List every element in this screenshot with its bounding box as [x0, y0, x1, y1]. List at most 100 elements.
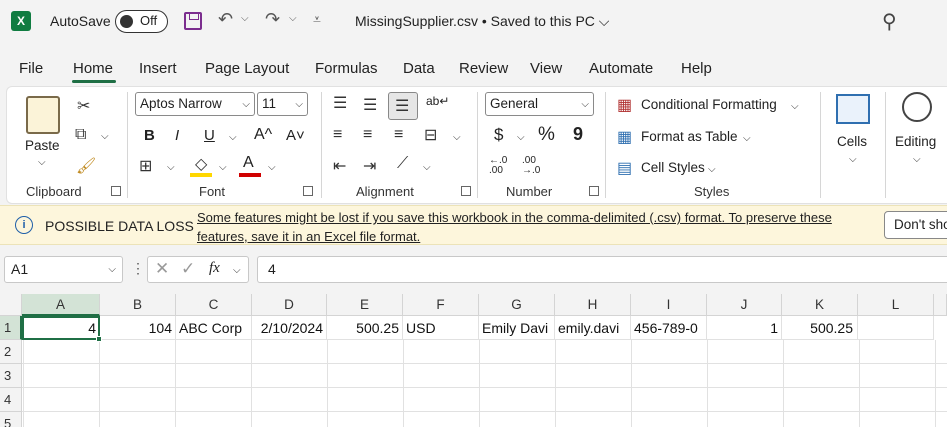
select-all-corner[interactable] [0, 294, 22, 316]
chevron-down-icon[interactable]: ⌵ [289, 13, 297, 24]
cell-g1[interactable]: Emily Davi [479, 316, 555, 340]
warning-message-link[interactable]: Some features might be lost if you save … [197, 208, 867, 246]
chevron-down-icon[interactable]: ⌵ [38, 157, 46, 168]
chevron-down-icon[interactable]: ⌵ [241, 13, 249, 24]
tab-data[interactable]: Data [403, 60, 435, 77]
comma-style-button[interactable]: 9 [573, 124, 583, 145]
insert-function-button[interactable]: fx [209, 260, 220, 277]
column-header[interactable]: K [782, 294, 858, 316]
tab-page-layout[interactable]: Page Layout [205, 60, 289, 77]
align-middle-icon[interactable]: ☰ [363, 95, 377, 115]
formula-input[interactable]: 4 [257, 256, 947, 283]
cancel-icon[interactable]: ✕ [155, 259, 169, 279]
format-painter-icon[interactable]: 🖌 [76, 156, 96, 176]
chevron-down-icon[interactable]: ⌵ [167, 162, 175, 173]
column-header[interactable] [934, 294, 947, 316]
increase-indent-icon[interactable]: ⇥ [363, 156, 376, 176]
chevron-down-icon[interactable]: ⌵ [233, 265, 241, 276]
dialog-launcher-icon[interactable] [111, 186, 121, 196]
cell-d1[interactable]: 2/10/2024 [252, 316, 327, 340]
column-header[interactable]: G [479, 294, 555, 316]
dont-show-again-button[interactable]: Don't show again [884, 211, 947, 239]
chevron-down-icon[interactable]: ⌵ [268, 162, 276, 173]
tab-formulas[interactable]: Formulas [315, 60, 378, 77]
paste-button[interactable]: Paste [25, 138, 60, 153]
chevron-down-icon[interactable]: ⌵ [791, 101, 799, 112]
document-title[interactable]: MissingSupplier.csv • Saved to this PC ⌵ [355, 13, 609, 30]
underline-button[interactable]: U [204, 127, 215, 144]
number-format-select[interactable]: General ⌵ [485, 92, 594, 116]
enter-icon[interactable]: ✓ [181, 259, 195, 279]
cell-h1[interactable]: emily.davi [555, 316, 631, 340]
chevron-down-icon[interactable]: ⌵ [708, 164, 716, 175]
undo-icon[interactable]: ↶ [218, 9, 233, 30]
format-as-table-button[interactable]: Format as Table [641, 129, 738, 144]
fill-handle[interactable] [96, 336, 102, 342]
chevron-down-icon[interactable]: ⌵ [229, 132, 237, 143]
more-options-icon[interactable]: ⋮ [131, 260, 145, 277]
chevron-down-icon[interactable]: ⌵ [913, 154, 921, 165]
font-color-icon[interactable]: A [243, 154, 254, 172]
align-center-icon[interactable]: ≡ [363, 126, 372, 144]
font-size-select[interactable]: 11 ⌵ [257, 92, 308, 116]
cut-icon[interactable]: ✂ [77, 96, 90, 116]
tab-insert[interactable]: Insert [139, 60, 177, 77]
decrease-decimal-button[interactable]: .00 →.0 [522, 156, 548, 176]
chevron-down-icon[interactable]: ⌵ [743, 133, 751, 144]
fill-color-icon[interactable]: ◇ [195, 154, 207, 174]
column-header[interactable]: C [176, 294, 252, 316]
copy-icon[interactable]: ⧉ [75, 126, 86, 144]
align-right-icon[interactable]: ≡ [394, 126, 403, 144]
column-header[interactable]: F [403, 294, 479, 316]
conditional-formatting-button[interactable]: Conditional Formatting [641, 97, 777, 112]
row-header[interactable]: 2 [0, 340, 22, 364]
chevron-down-icon[interactable]: ⌵ [849, 154, 857, 165]
autosave-toggle[interactable]: Off [115, 10, 168, 33]
cell-e1[interactable]: 500.25 [327, 316, 403, 340]
column-header[interactable]: I [631, 294, 707, 316]
cell-i1[interactable]: 456-789-0 [631, 316, 707, 340]
row-header[interactable]: 1 [0, 316, 22, 340]
chevron-down-icon[interactable]: ⌵ [453, 132, 461, 143]
cell-k1[interactable]: 500.25 [782, 316, 858, 340]
save-icon[interactable] [184, 12, 202, 30]
wrap-text-icon[interactable]: ab↵ [426, 94, 449, 108]
cell-c1[interactable]: ABC Corp [176, 316, 252, 340]
dialog-launcher-icon[interactable] [303, 186, 313, 196]
tab-automate[interactable]: Automate [589, 60, 653, 77]
increase-decimal-button[interactable]: ←.0 .00 [489, 156, 515, 176]
currency-button[interactable]: $ [494, 125, 503, 145]
cell-styles-button[interactable]: Cell Styles [641, 160, 705, 175]
font-family-select[interactable]: Aptos Narrow ⌵ [135, 92, 255, 116]
row-header[interactable]: 5 [0, 412, 22, 427]
borders-icon[interactable]: ⊞ [139, 156, 152, 176]
align-top-icon[interactable]: ☰ [333, 93, 347, 113]
tab-review[interactable]: Review [459, 60, 508, 77]
orientation-icon[interactable]: ⟋ [397, 155, 408, 173]
dialog-launcher-icon[interactable] [589, 186, 599, 196]
merge-center-icon[interactable]: ⊟ [424, 125, 437, 145]
row-header[interactable]: 4 [0, 388, 22, 412]
decrease-indent-icon[interactable]: ⇤ [333, 156, 346, 176]
name-box[interactable]: A1 ⌵ [4, 256, 123, 283]
search-icon[interactable]: ⚲ [882, 9, 897, 34]
italic-button[interactable]: I [175, 127, 179, 144]
align-left-icon[interactable]: ≡ [333, 126, 342, 144]
column-header[interactable]: E [327, 294, 403, 316]
customize-toolbar-icon[interactable]: ⩡ [313, 11, 321, 28]
column-header[interactable]: D [252, 294, 327, 316]
dialog-launcher-icon[interactable] [461, 186, 471, 196]
chevron-down-icon[interactable]: ⌵ [219, 162, 227, 173]
editing-button[interactable]: Editing [895, 134, 936, 149]
chevron-down-icon[interactable]: ⌵ [423, 162, 431, 173]
cell-j1[interactable]: 1 [707, 316, 782, 340]
tab-help[interactable]: Help [681, 60, 712, 77]
column-header[interactable]: A [22, 294, 100, 316]
tab-file[interactable]: File [19, 60, 43, 77]
tab-view[interactable]: View [530, 60, 562, 77]
percent-button[interactable]: % [538, 124, 555, 146]
column-header[interactable]: H [555, 294, 631, 316]
row-header[interactable]: 3 [0, 364, 22, 388]
grow-font-button[interactable]: A^ [254, 126, 272, 144]
cell-f1[interactable]: USD [403, 316, 479, 340]
